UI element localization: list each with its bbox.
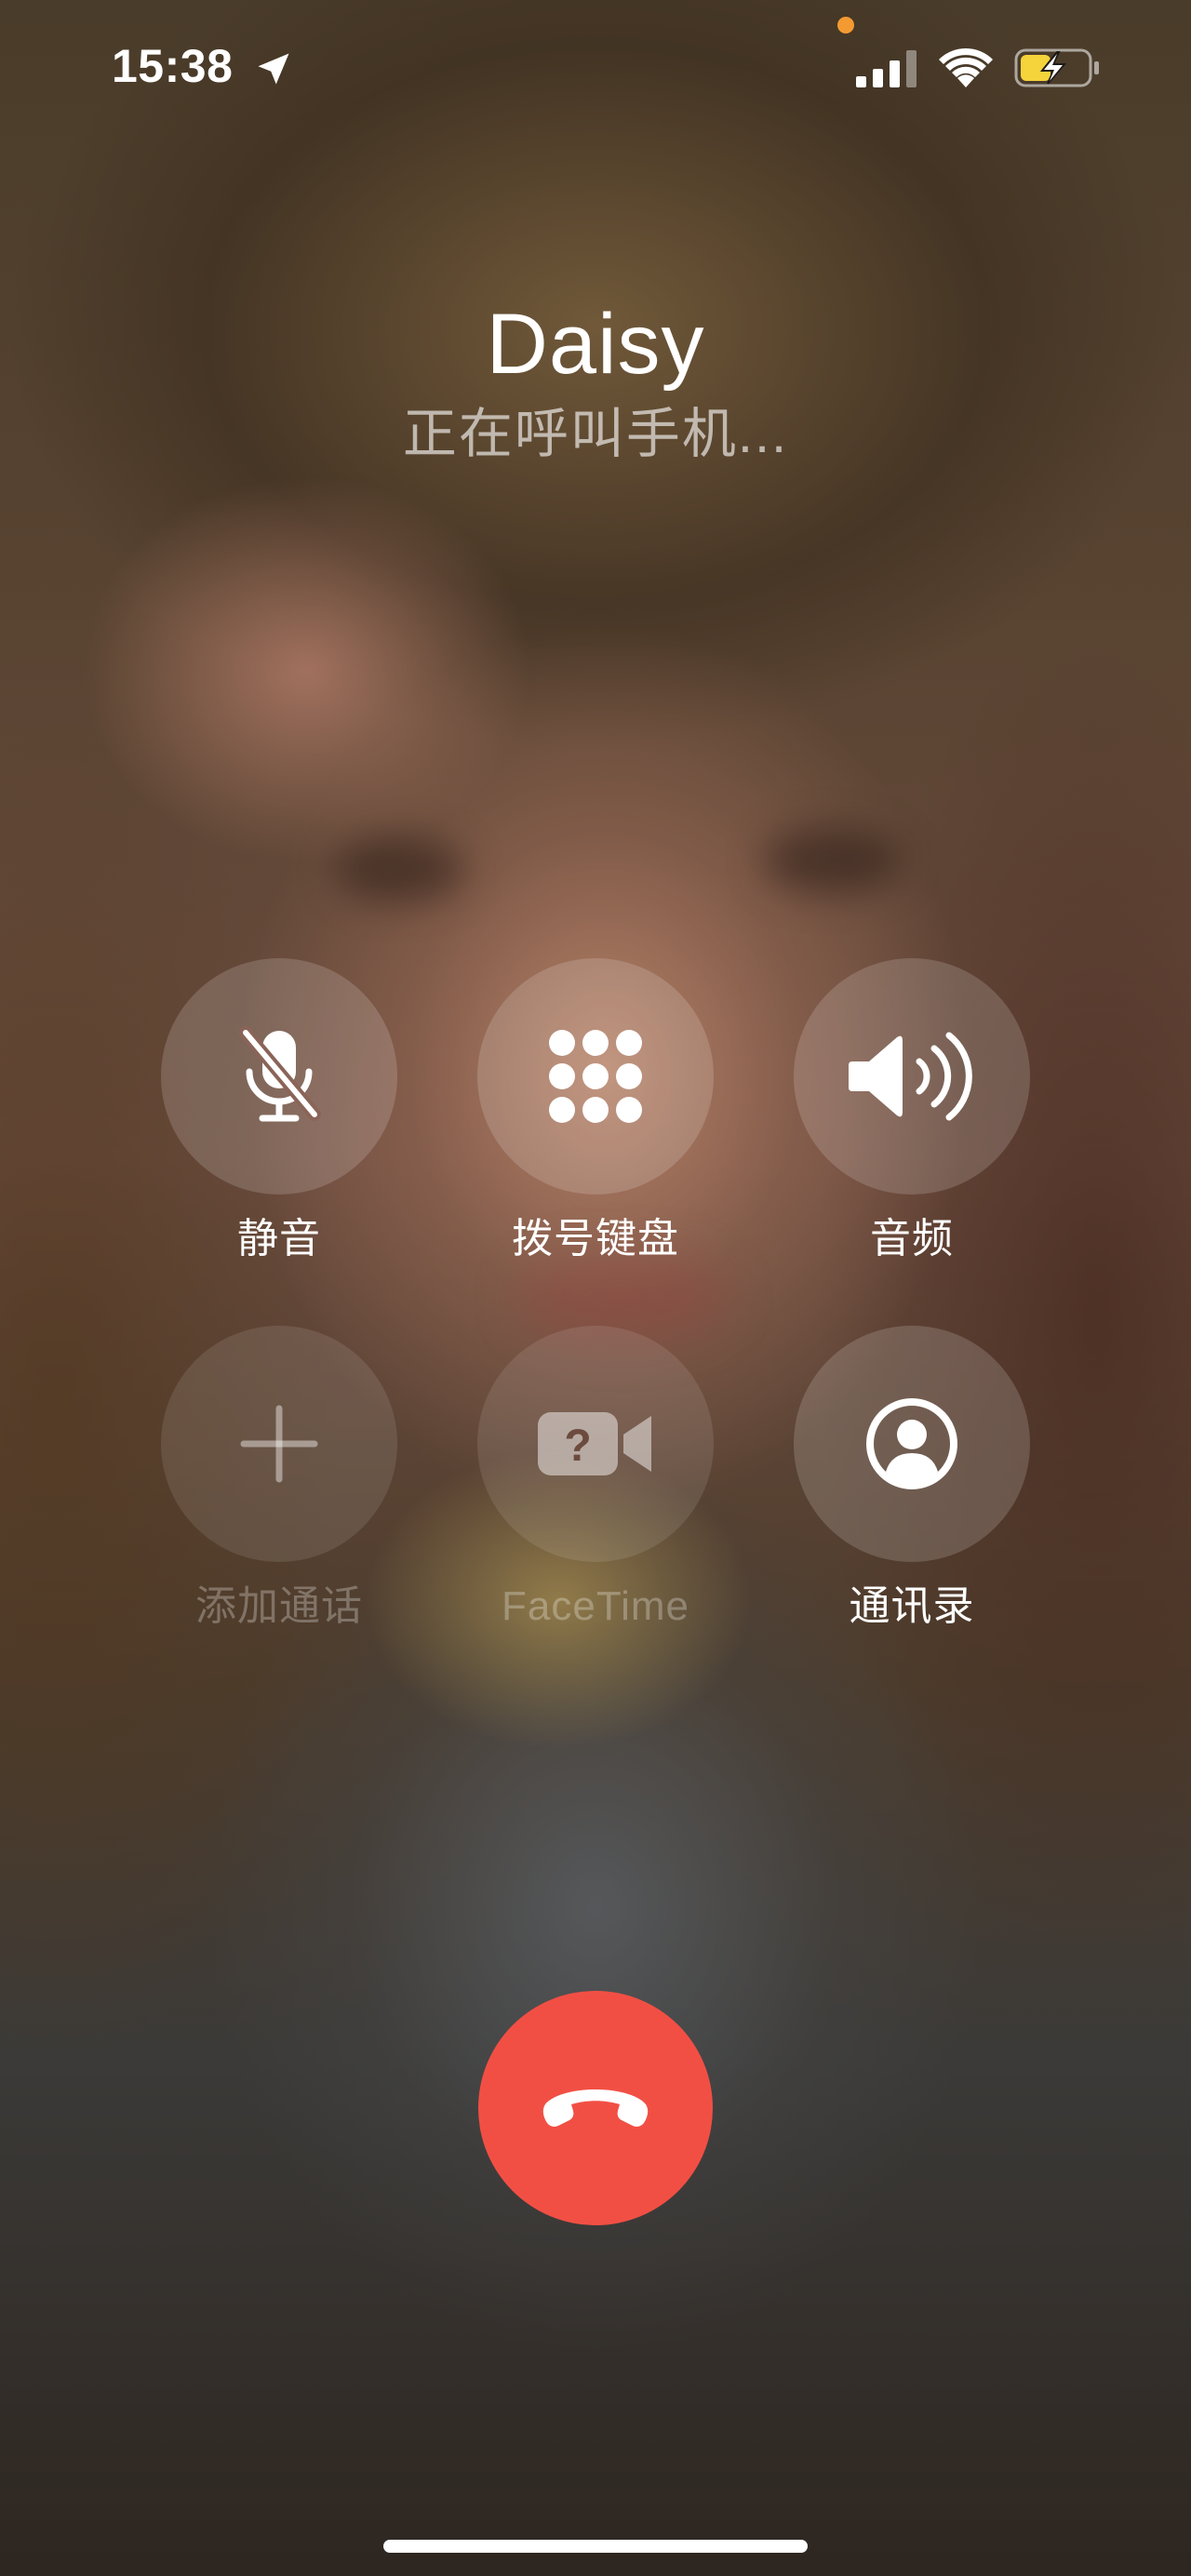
plus-icon <box>240 1405 318 1483</box>
facetime-button-circle[interactable]: ? <box>477 1326 714 1562</box>
mute-button-circle[interactable] <box>161 958 397 1195</box>
keypad-button[interactable]: 拨号键盘 <box>475 958 716 1267</box>
audio-button[interactable]: 音频 <box>791 958 1033 1267</box>
contacts-button-circle[interactable] <box>794 1326 1030 1562</box>
add-call-button[interactable]: 添加通话 <box>158 1326 400 1635</box>
status-time: 15:38 <box>112 40 234 92</box>
location-arrow-icon <box>258 53 289 85</box>
speaker-wave-icon <box>849 1032 972 1121</box>
keypad-button-circle[interactable] <box>477 958 714 1195</box>
privacy-indicator-dot <box>837 17 854 33</box>
video-camera-question-icon: ? <box>538 1412 651 1475</box>
battery-charging-icon <box>1014 48 1099 87</box>
caller-info: Daisy 正在呼叫手机... <box>0 298 1191 467</box>
end-call-button[interactable] <box>478 1991 713 2225</box>
mute-button[interactable]: 静音 <box>158 958 400 1267</box>
incoming-call-screen: 15:38 Daisy 正在呼叫手机... 静音 拨号键盘 音频 添加通话 ? … <box>0 0 1191 2576</box>
home-indicator[interactable] <box>383 2540 808 2553</box>
call-status: 正在呼叫手机... <box>402 404 789 464</box>
audio-label: 音频 <box>870 1216 954 1261</box>
background-blur-shape <box>335 837 465 902</box>
mute-label: 静音 <box>237 1216 321 1261</box>
phone-hangup-icon <box>542 2089 649 2127</box>
contacts-button[interactable]: 通讯录 <box>791 1326 1033 1635</box>
person-circle-icon <box>866 1398 957 1489</box>
background-blur-shape <box>763 828 903 893</box>
keypad-grid-icon <box>549 1030 642 1123</box>
svg-text:?: ? <box>564 1421 591 1471</box>
status-bar: 15:38 <box>0 0 1191 140</box>
contacts-label: 通讯录 <box>849 1583 975 1629</box>
audio-button-circle[interactable] <box>794 958 1030 1195</box>
add-call-label: 添加通话 <box>195 1583 363 1629</box>
keypad-label: 拨号键盘 <box>512 1216 679 1261</box>
facetime-label: FaceTime <box>502 1583 689 1629</box>
add-call-button-circle[interactable] <box>161 1326 397 1562</box>
wifi-icon <box>939 47 993 87</box>
cellular-signal-icon <box>856 50 917 87</box>
microphone-slash-icon <box>239 1026 321 1122</box>
caller-name: Daisy <box>486 297 705 392</box>
facetime-button[interactable]: ? FaceTime <box>475 1326 716 1635</box>
